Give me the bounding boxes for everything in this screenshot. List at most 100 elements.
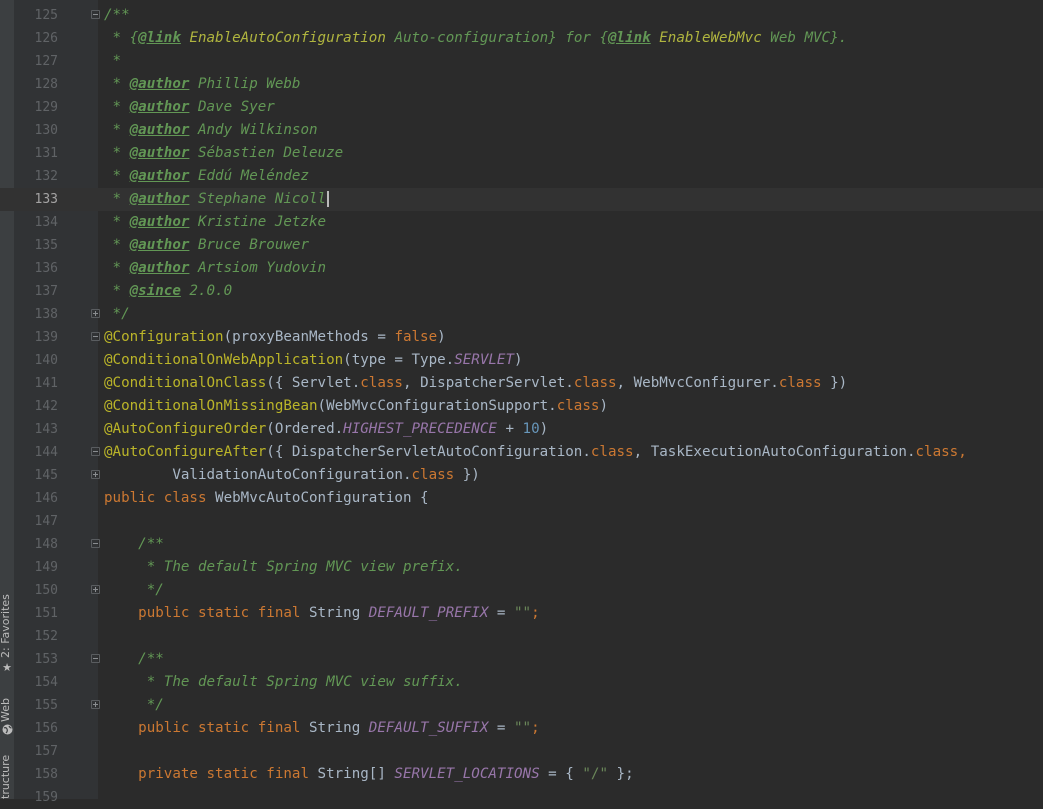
- code-line[interactable]: 144 @AutoConfigureAfter({ DispatcherServl…: [0, 441, 1043, 464]
- line-number: 147: [34, 514, 58, 529]
- fold-marker-icon[interactable]: [91, 654, 100, 663]
- code-line[interactable]: 130 * @author Andy Wilkinson: [0, 119, 1043, 142]
- line-number: 145: [34, 468, 58, 483]
- code-line[interactable]: 135 * @author Bruce Brouwer: [0, 234, 1043, 257]
- line-number: 157: [34, 744, 58, 759]
- code-token: (proxyBeanMethods =: [223, 329, 395, 345]
- code-line[interactable]: 132 * @author Eddú Meléndez: [0, 165, 1043, 188]
- code-text: @ConditionalOnMissingBean(WebMvcConfigur…: [104, 395, 608, 418]
- code-line[interactable]: 158 private static final String[] SERVLE…: [0, 763, 1043, 786]
- code-token: DEFAULT_PREFIX: [368, 605, 489, 621]
- code-text: * @author Stephane Nicoll: [104, 188, 330, 211]
- code-token: @link: [608, 30, 651, 46]
- code-line[interactable]: 127 *: [0, 50, 1043, 73]
- code-token: HIGHEST_PRECEDENCE: [343, 421, 497, 437]
- code-line[interactable]: 154 * The default Spring MVC view suffix…: [0, 671, 1043, 694]
- favorites-tab[interactable]: ★ 2: Favorites: [0, 594, 14, 678]
- code-line[interactable]: 140 @ConditionalOnWebApplication(type = T…: [0, 349, 1043, 372]
- code-text: @AutoConfigureAfter({ DispatcherServletA…: [104, 441, 967, 464]
- code-line[interactable]: 155 */: [0, 694, 1043, 717]
- code-token: ;: [531, 605, 540, 621]
- code-line[interactable]: 147: [0, 510, 1043, 533]
- code-line[interactable]: 157: [0, 740, 1043, 763]
- code-line[interactable]: 128 * @author Phillip Webb: [0, 73, 1043, 96]
- web-tab[interactable]: Web: [0, 690, 14, 738]
- code-token: Artsiom Yudovin: [189, 260, 327, 276]
- code-token: Stephane Nicoll: [189, 191, 327, 207]
- code-token: 10: [522, 421, 540, 437]
- code-token: *: [104, 214, 130, 230]
- fold-marker-icon[interactable]: [91, 585, 100, 594]
- code-line[interactable]: 153 /**: [0, 648, 1043, 671]
- text-caret: [327, 191, 330, 207]
- code-line[interactable]: 136 * @author Artsiom Yudovin: [0, 257, 1043, 280]
- code-line[interactable]: 125 /**: [0, 4, 1043, 27]
- structure-tab[interactable]: tructure: [0, 752, 14, 799]
- code-token: @author: [129, 76, 190, 92]
- code-line[interactable]: 134 * @author Kristine Jetzke: [0, 211, 1043, 234]
- code-line[interactable]: 146 public class WebMvcAutoConfiguration …: [0, 487, 1043, 510]
- fold-marker-icon[interactable]: [91, 447, 100, 456]
- code-line[interactable]: 126 * {@link EnableAutoConfiguration Aut…: [0, 27, 1043, 50]
- code-line[interactable]: 156 public static final String DEFAULT_S…: [0, 717, 1043, 740]
- code-line[interactable]: 151 public static final String DEFAULT_P…: [0, 602, 1043, 625]
- code-line[interactable]: 133 * @author Stephane Nicoll: [0, 188, 1043, 211]
- code-token: ValidationAutoConfiguration.: [104, 467, 412, 483]
- star-icon: ★: [2, 661, 12, 674]
- code-token: @AutoConfigureOrder: [104, 421, 267, 437]
- structure-tab-label: tructure: [0, 754, 12, 799]
- code-token: "/": [582, 766, 608, 782]
- code-token: Sébastien Deleuze: [189, 145, 344, 161]
- fold-marker-icon[interactable]: [91, 332, 100, 341]
- line-number: 155: [34, 698, 58, 713]
- line-number: 132: [34, 169, 58, 184]
- code-text: */: [104, 694, 164, 717]
- code-text: * @author Eddú Meléndez: [104, 165, 309, 188]
- code-token: Dave Syer: [189, 99, 275, 115]
- code-line[interactable]: 159: [0, 786, 1043, 809]
- code-text: * The default Spring MVC view suffix.: [104, 671, 463, 694]
- code-token: *: [104, 237, 130, 253]
- line-number: 156: [34, 721, 58, 736]
- code-line[interactable]: 139 @Configuration(proxyBeanMethods = fal…: [0, 326, 1043, 349]
- code-token: @author: [129, 122, 190, 138]
- code-line[interactable]: 150 */: [0, 579, 1043, 602]
- code-token: */: [104, 582, 164, 598]
- fold-marker-icon[interactable]: [91, 700, 100, 709]
- line-number: 149: [34, 560, 58, 575]
- code-line[interactable]: 148 /**: [0, 533, 1043, 556]
- line-number: 159: [34, 790, 58, 805]
- code-line[interactable]: 145 ValidationAutoConfiguration.class }): [0, 464, 1043, 487]
- line-number: 152: [34, 629, 58, 644]
- favorites-tab-label: 2: Favorites: [0, 594, 12, 658]
- code-line[interactable]: 137 * @since 2.0.0: [0, 280, 1043, 303]
- code-line[interactable]: 142 @ConditionalOnMissingBean(WebMvcConfi…: [0, 395, 1043, 418]
- code-line[interactable]: 129 * @author Dave Syer: [0, 96, 1043, 119]
- code-token: /**: [104, 536, 164, 552]
- code-text: public static final String DEFAULT_SUFFI…: [104, 717, 540, 740]
- code-line[interactable]: 152: [0, 625, 1043, 648]
- code-line[interactable]: 141 @ConditionalOnClass({ Servlet.class, …: [0, 372, 1043, 395]
- code-token: false: [394, 329, 438, 345]
- line-number: 144: [34, 445, 58, 460]
- code-line[interactable]: 149 * The default Spring MVC view prefix…: [0, 556, 1043, 579]
- code-token: *: [104, 260, 130, 276]
- fold-marker-icon[interactable]: [91, 10, 100, 19]
- line-number: 151: [34, 606, 58, 621]
- code-token: @ConditionalOnMissingBean: [104, 398, 318, 414]
- code-token: *: [104, 76, 130, 92]
- code-line[interactable]: 143 @AutoConfigureOrder(Ordered.HIGHEST_P…: [0, 418, 1043, 441]
- line-number: 148: [34, 537, 58, 552]
- code-token: * {: [104, 30, 139, 46]
- code-line[interactable]: 138 */: [0, 303, 1043, 326]
- code-line[interactable]: 131 * @author Sébastien Deleuze: [0, 142, 1043, 165]
- fold-marker-icon[interactable]: [91, 539, 100, 548]
- fold-marker-icon[interactable]: [91, 470, 100, 479]
- code-token: SERVLET: [454, 352, 515, 368]
- code-token: Eddú Meléndez: [189, 168, 310, 184]
- code-token: ({ DispatcherServletAutoConfiguration.: [266, 444, 591, 460]
- code-token: @AutoConfigureAfter: [104, 444, 267, 460]
- fold-marker-icon[interactable]: [91, 309, 100, 318]
- code-text: * @author Sébastien Deleuze: [104, 142, 344, 165]
